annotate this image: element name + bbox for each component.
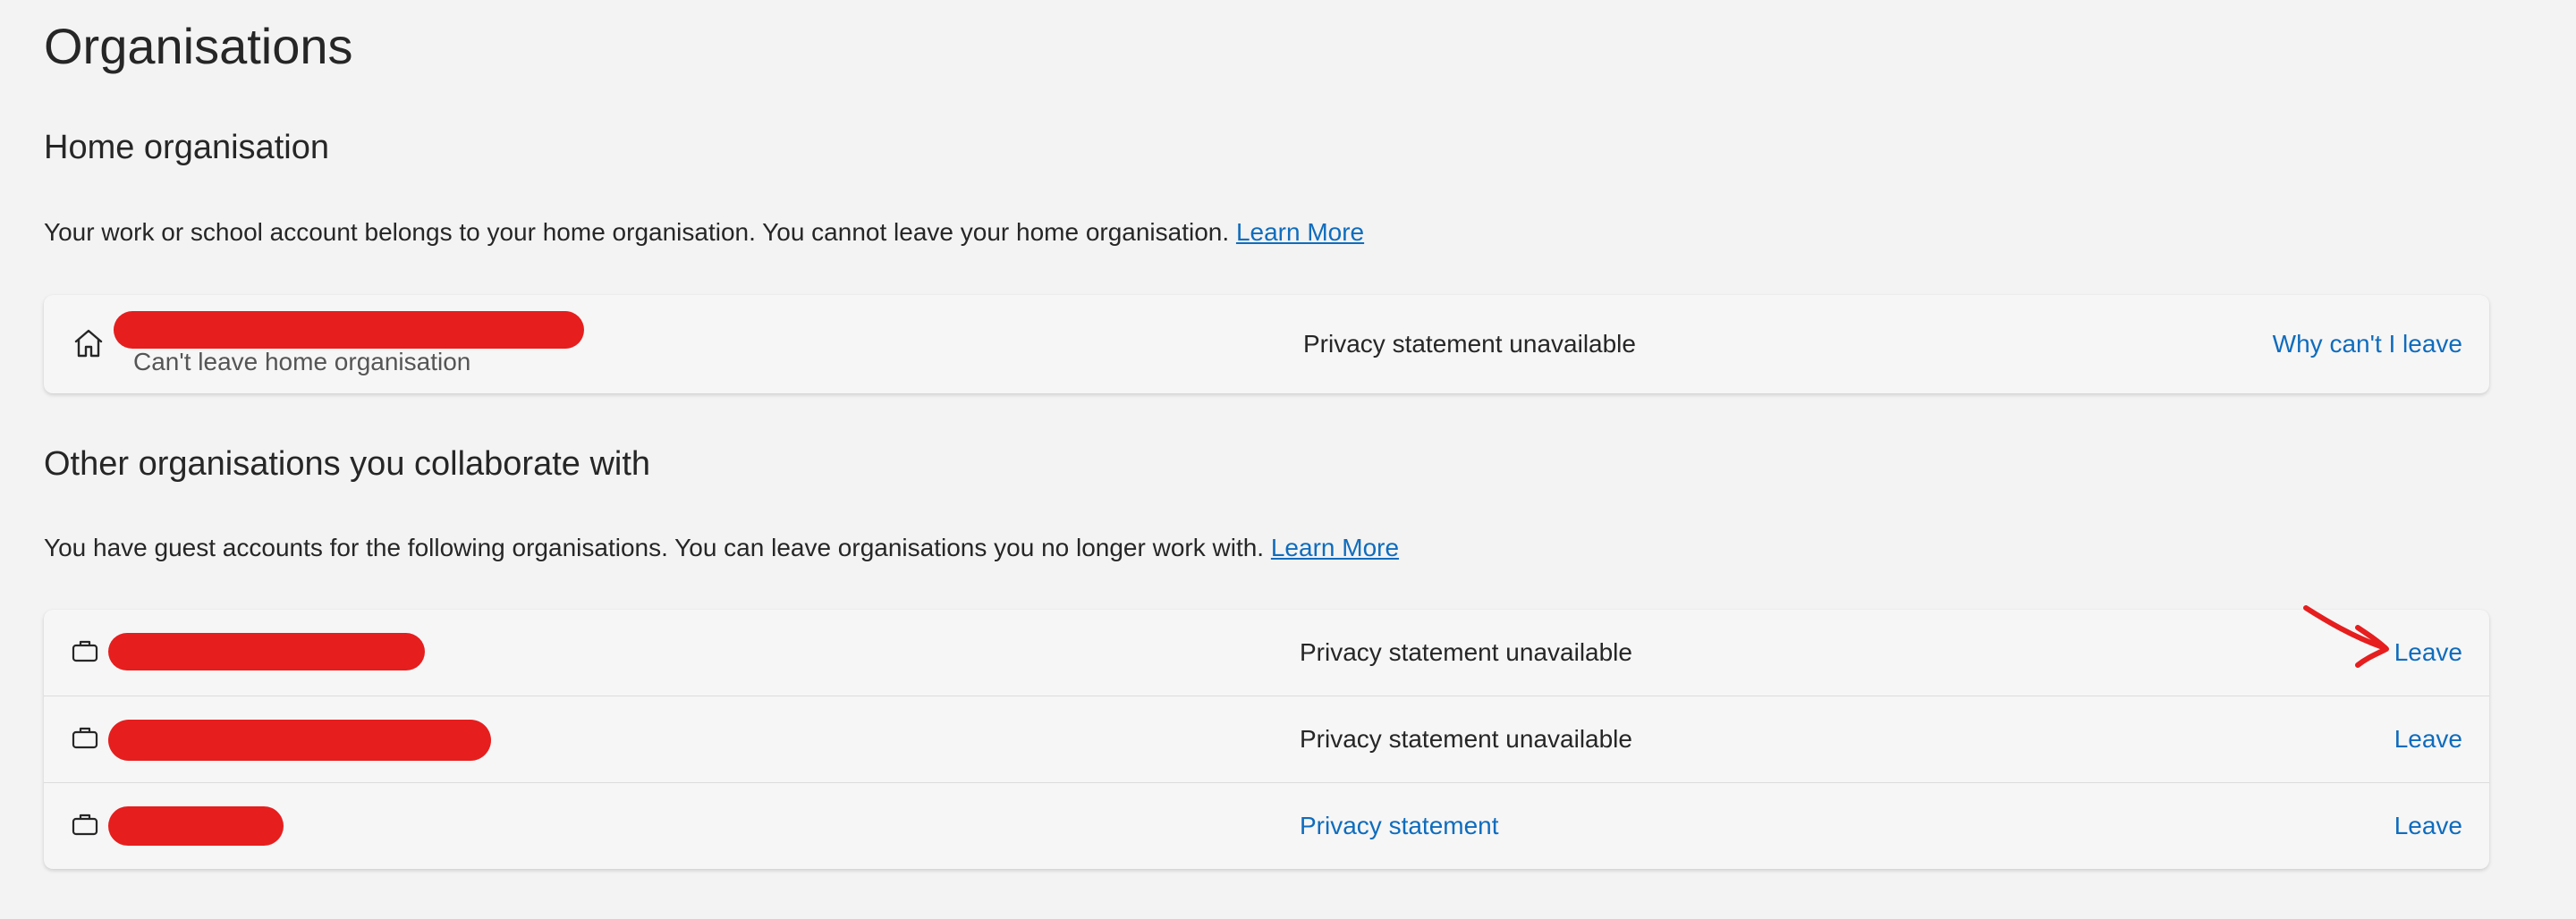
briefcase-icon <box>71 637 106 672</box>
other-organisations-description: You have guest accounts for the followin… <box>44 530 1399 566</box>
other-description-text: You have guest accounts for the followin… <box>44 534 1265 561</box>
organisations-page: Organisations Home organisation Your wor… <box>0 0 2576 919</box>
page-title: Organisations <box>44 18 353 74</box>
guest-org-privacy-status: Privacy statement unavailable <box>1300 638 1632 666</box>
home-organisation-row: Can't leave home organisation Privacy st… <box>44 295 2489 393</box>
home-learn-more-link[interactable]: Learn More <box>1236 218 1364 246</box>
home-icon <box>71 325 106 361</box>
briefcase-icon <box>71 723 106 759</box>
home-organisation-heading: Home organisation <box>44 129 329 166</box>
guest-organisations-card: Privacy statement unavailable Leave Priv… <box>44 610 2489 869</box>
leave-button[interactable]: Leave <box>2394 810 2462 842</box>
home-organisation-description: Your work or school account belongs to y… <box>44 215 1364 250</box>
redacted-org-name <box>108 720 491 761</box>
why-cant-i-leave-link[interactable]: Why can't I leave <box>2273 328 2462 360</box>
home-org-privacy-status: Privacy statement unavailable <box>1303 330 1636 358</box>
privacy-statement-link[interactable]: Privacy statement <box>1300 810 1499 842</box>
home-description-text: Your work or school account belongs to y… <box>44 218 1230 246</box>
guest-org-row: Privacy statement unavailable Leave <box>44 610 2489 696</box>
redacted-org-name <box>114 311 584 349</box>
redacted-org-name <box>108 806 284 846</box>
annotation-arrow-icon <box>2303 605 2389 668</box>
other-organisations-heading: Other organisations you collaborate with <box>44 445 651 483</box>
guest-org-privacy-status: Privacy statement unavailable <box>1300 725 1632 753</box>
guest-org-row: Privacy statement Leave <box>44 782 2489 869</box>
guest-org-row: Privacy statement unavailable Leave <box>44 696 2489 782</box>
other-learn-more-link[interactable]: Learn More <box>1271 534 1399 561</box>
briefcase-icon <box>71 810 106 846</box>
redacted-org-name <box>108 633 425 670</box>
leave-button[interactable]: Leave <box>2394 723 2462 755</box>
home-organisation-card: Can't leave home organisation Privacy st… <box>44 295 2489 393</box>
home-org-subtext: Can't leave home organisation <box>133 348 471 375</box>
leave-button[interactable]: Leave <box>2394 637 2462 669</box>
